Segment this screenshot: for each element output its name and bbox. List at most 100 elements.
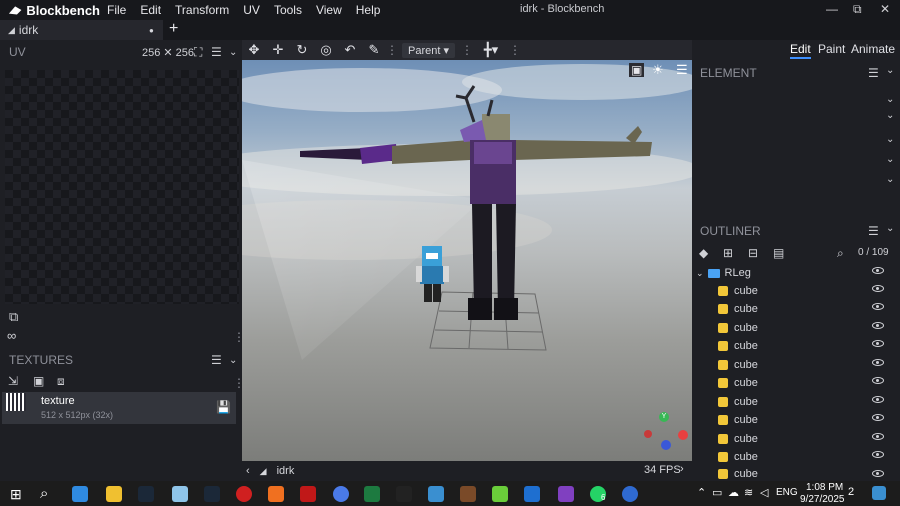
chevron-down-icon[interactable]: ⌄ xyxy=(886,134,894,145)
eye-icon[interactable] xyxy=(872,267,884,274)
move-tool-icon[interactable]: ✥ xyxy=(242,42,266,58)
menu-lines-icon[interactable]: ☰ xyxy=(211,45,222,59)
app-icon[interactable] xyxy=(460,486,476,502)
store-icon[interactable] xyxy=(72,486,88,502)
excel-icon[interactable] xyxy=(364,486,380,502)
mode-paint[interactable]: Paint xyxy=(818,42,845,56)
more-vertical-icon[interactable]: ⋮ xyxy=(386,43,398,57)
eye-icon[interactable] xyxy=(872,451,884,458)
collapse-icon[interactable]: ▤ xyxy=(773,246,784,260)
menu-tools[interactable]: Tools xyxy=(267,3,309,17)
close-button[interactable]: ✕ xyxy=(880,2,890,16)
texture-group-icon[interactable]: ⧈ xyxy=(57,374,65,389)
wifi-icon[interactable]: ≋ xyxy=(744,486,753,499)
more-vertical-icon[interactable]: ⋮ xyxy=(461,43,473,57)
volume-icon[interactable]: ◁ xyxy=(760,486,768,499)
menu-edit[interactable]: Edit xyxy=(133,3,168,17)
eye-icon[interactable] xyxy=(872,340,884,347)
app-icon[interactable] xyxy=(172,486,188,502)
outliner-group[interactable]: ⌄ RLeg xyxy=(692,264,892,282)
outliner-item[interactable]: cube xyxy=(692,448,892,466)
nvidia-icon[interactable] xyxy=(492,486,508,502)
rotate-tool-icon[interactable]: ↻ xyxy=(290,42,314,58)
chevron-down-icon[interactable]: ⌄ xyxy=(886,223,894,234)
save-icon[interactable]: 💾 xyxy=(216,400,231,414)
add-cube-icon[interactable]: ⊞ xyxy=(723,246,733,260)
copilot-icon[interactable] xyxy=(872,486,886,500)
3d-viewport[interactable]: ▣ ☀ ☰ Y xyxy=(242,60,692,461)
chevron-left-icon[interactable]: ‹ xyxy=(246,465,250,477)
new-tab-button[interactable]: + xyxy=(169,20,178,38)
menu-view[interactable]: View xyxy=(309,3,349,17)
search-icon[interactable]: ⌕ xyxy=(40,485,48,502)
outliner-item[interactable]: cube xyxy=(692,430,892,448)
outliner-item[interactable]: cube xyxy=(692,282,892,300)
record-icon[interactable] xyxy=(236,486,252,502)
outliner-item[interactable]: cube xyxy=(692,356,892,374)
opera-icon[interactable] xyxy=(300,486,316,502)
language-indicator[interactable]: ENG xyxy=(776,487,798,498)
app-icon[interactable] xyxy=(396,486,412,502)
tab-idrk[interactable]: ◢ idrk ● xyxy=(0,20,163,40)
translate-tool-icon[interactable]: ✛ xyxy=(266,42,290,58)
windows-start-icon[interactable]: ⊞ xyxy=(10,486,22,503)
add-element-icon[interactable]: ◆ xyxy=(699,246,708,260)
uv-editor-canvas[interactable] xyxy=(5,70,239,304)
chevron-down-icon[interactable]: ⌄ xyxy=(229,355,237,366)
chrome-icon[interactable] xyxy=(333,486,349,502)
fl-studio-icon[interactable] xyxy=(268,486,284,502)
brush-tool-icon[interactable]: ✎ xyxy=(362,42,386,58)
search-icon[interactable]: ⌕ xyxy=(837,246,844,261)
outliner-item[interactable]: cube xyxy=(692,319,892,337)
menu-lines-icon[interactable]: ☰ xyxy=(676,62,688,78)
tray-chevron-icon[interactable]: ⌃ xyxy=(697,486,706,499)
outliner-item[interactable]: cube xyxy=(692,337,892,355)
menu-file[interactable]: File xyxy=(100,3,133,17)
copy-icon[interactable]: ⧉ xyxy=(9,309,18,325)
eye-icon[interactable] xyxy=(872,396,884,403)
pivot-mode-select[interactable]: Parent ▾ xyxy=(402,42,455,58)
outliner-item[interactable]: cube xyxy=(692,411,892,429)
pivot-tool-icon[interactable]: ◎ xyxy=(314,42,338,58)
unsaved-dot-icon[interactable]: ● xyxy=(149,26,154,35)
chevron-right-icon[interactable]: › xyxy=(680,463,684,475)
chevron-down-icon[interactable]: ⌄ xyxy=(696,268,704,279)
more-vertical-icon[interactable]: ⋮ xyxy=(509,43,521,57)
chevron-down-icon[interactable]: ⌄ xyxy=(886,65,894,76)
import-texture-icon[interactable]: ⇲ xyxy=(8,374,18,388)
menu-lines-icon[interactable]: ☰ xyxy=(868,224,879,238)
eye-icon[interactable] xyxy=(872,470,884,477)
screenshot-icon[interactable]: ▣ xyxy=(629,63,645,77)
tray-app-icon[interactable]: ▭ xyxy=(712,486,722,499)
chevron-down-icon[interactable]: ⌄ xyxy=(886,94,894,105)
fullscreen-icon[interactable]: ⛶ xyxy=(194,45,202,60)
x-axis-handle[interactable] xyxy=(644,430,652,438)
menu-help[interactable]: Help xyxy=(349,3,388,17)
menu-lines-icon[interactable]: ☰ xyxy=(211,353,222,367)
app-icon[interactable] xyxy=(558,486,574,502)
eye-icon[interactable] xyxy=(872,414,884,421)
z-axis-handle[interactable] xyxy=(661,440,671,450)
eye-icon[interactable] xyxy=(872,303,884,310)
chevron-down-icon[interactable]: ⌄ xyxy=(886,174,894,185)
menu-lines-icon[interactable]: ☰ xyxy=(868,66,879,80)
maximize-button[interactable]: ⧉ xyxy=(853,2,862,17)
link-icon[interactable]: ∞ xyxy=(7,328,16,343)
steam-icon[interactable] xyxy=(138,486,154,502)
eye-icon[interactable] xyxy=(872,433,884,440)
eye-icon[interactable] xyxy=(872,377,884,384)
file-explorer-icon[interactable] xyxy=(106,486,122,502)
steam-icon[interactable] xyxy=(204,486,220,502)
vertex-snap-icon[interactable]: ↶ xyxy=(338,42,362,58)
clock-time[interactable]: 1:08 PM xyxy=(806,482,843,493)
axis-gizmo[interactable]: Y xyxy=(640,412,690,452)
cloud-icon[interactable]: ☁ xyxy=(728,486,739,499)
brightness-icon[interactable]: ☀ xyxy=(652,62,664,78)
chevron-down-icon[interactable]: ⌄ xyxy=(886,110,894,121)
eye-icon[interactable] xyxy=(872,359,884,366)
chevron-down-icon[interactable]: ⌄ xyxy=(229,47,237,58)
app-icon[interactable] xyxy=(622,486,638,502)
mode-edit[interactable]: Edit xyxy=(790,42,811,59)
clock-date[interactable]: 9/27/2025 xyxy=(800,494,845,505)
outliner-item[interactable]: cube xyxy=(692,467,892,481)
